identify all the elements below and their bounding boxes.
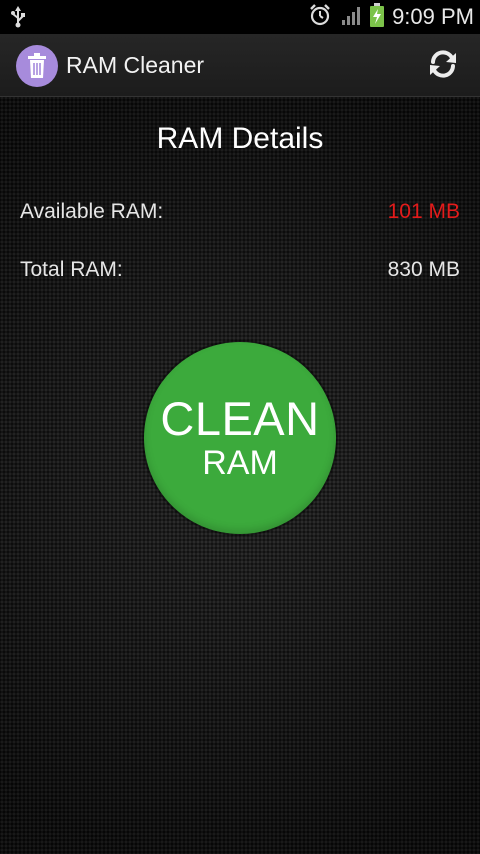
usb-icon [10,6,26,33]
clean-button-label-line1: CLEAN [160,392,320,445]
trash-can-icon[interactable] [16,45,58,87]
screen: 9:09 PM RAM Cleaner RAM Details Availabl… [0,0,480,854]
status-bar: 9:09 PM [0,0,480,34]
app-title: RAM Cleaner [66,52,205,78]
alarm-icon [308,3,332,32]
available-ram-label: Available RAM: [20,200,164,223]
section-title: RAM Details [156,122,324,155]
available-ram-value: 101 MB [387,200,460,223]
refresh-button[interactable] [424,47,462,85]
clean-button-label-line2: RAM [202,444,278,482]
battery-charging-icon [370,2,385,32]
signal-icon [340,4,362,31]
total-ram-value: 830 MB [387,258,460,281]
clean-ram-button[interactable]: CLEAN RAM [144,342,336,534]
total-ram-label: Total RAM: [20,258,123,281]
refresh-icon [426,47,460,86]
status-time: 9:09 PM [392,4,474,29]
action-bar: RAM Cleaner [0,34,480,97]
